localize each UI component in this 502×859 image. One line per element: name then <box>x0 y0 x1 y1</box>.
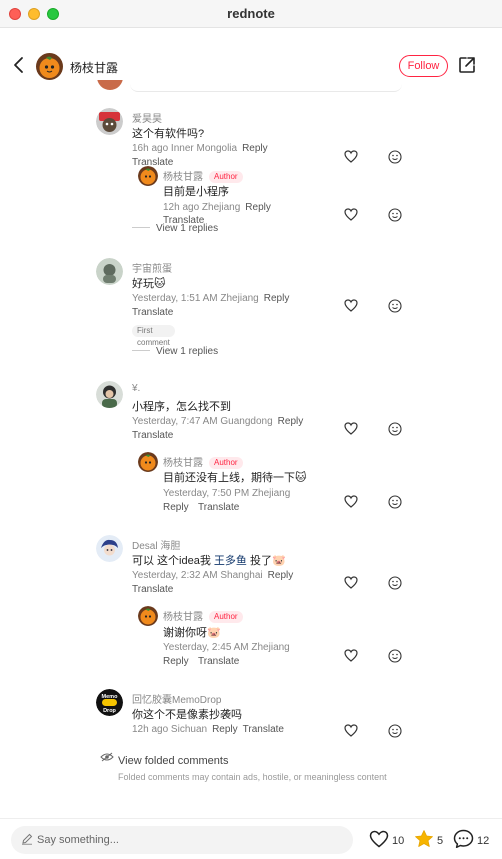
reply-text: 谢谢你呀🐷 <box>163 627 221 639</box>
reply-username-text[interactable]: 杨枝甘露 <box>163 458 203 469</box>
smile-icon[interactable] <box>388 208 402 222</box>
chat-icon[interactable] <box>453 829 474 849</box>
avatar-logo-text-2: Drop <box>103 708 116 714</box>
comment-meta: Yesterday, 2:32 AM Shanghai Reply <box>132 570 294 581</box>
author-name[interactable]: 杨枝甘露 <box>70 59 118 76</box>
smile-icon[interactable] <box>388 724 402 738</box>
heart-icon[interactable] <box>344 208 358 221</box>
user-avatar[interactable] <box>96 535 123 562</box>
comment-username[interactable]: ¥. <box>132 383 140 394</box>
heart-icon[interactable] <box>344 422 358 435</box>
reply-button[interactable]: Reply <box>245 202 271 213</box>
smile-icon[interactable] <box>388 649 402 663</box>
like-count: 10 <box>392 835 405 847</box>
comment-meta: Yesterday, 7:47 AM Guangdong Reply <box>132 416 304 427</box>
heart-icon[interactable] <box>344 495 358 508</box>
author-badge: Author <box>209 171 243 183</box>
window-title: rednote <box>227 6 275 21</box>
comment-input-placeholder: Say something... <box>37 834 119 846</box>
translate-button[interactable]: Translate <box>132 584 173 595</box>
view-folded-comments-button[interactable]: View folded comments <box>118 755 228 767</box>
reply-meta: Yesterday, 7:50 PM Zhejiang <box>163 488 291 499</box>
comment-text: 这个有软件吗? <box>132 128 205 140</box>
reply-username: 杨枝甘露 Author <box>163 168 243 183</box>
heart-icon[interactable] <box>344 649 358 662</box>
translate-button[interactable]: Translate <box>132 307 173 318</box>
reply-username: 杨枝甘露 Author <box>163 454 243 469</box>
mention-link[interactable]: 王多鱼 <box>214 555 247 567</box>
comment-text: 可以 这个idea我 王多鱼 投了🐷 <box>132 555 286 567</box>
chevron-left-icon[interactable] <box>11 56 27 74</box>
view-replies-button[interactable]: View 1 replies <box>132 346 218 357</box>
eye-icon <box>100 752 114 762</box>
comment-username[interactable]: Desal 海胆 <box>132 537 180 552</box>
reply-button[interactable]: Reply <box>212 724 238 735</box>
smile-icon[interactable] <box>388 495 402 509</box>
comment-input[interactable]: Say something... <box>11 826 353 854</box>
comment-meta: Yesterday, 1:51 AM Zhejiang Reply <box>132 293 290 304</box>
reply-username: 杨枝甘露 Author <box>163 608 243 623</box>
author-avatar[interactable] <box>138 166 158 186</box>
comment-username[interactable]: 爱昊昊 <box>132 110 162 125</box>
heart-icon[interactable] <box>344 299 358 312</box>
reply-meta: Yesterday, 2:45 AM Zhejiang <box>163 642 290 653</box>
smile-icon[interactable] <box>388 150 402 164</box>
smile-icon[interactable] <box>388 576 402 590</box>
author-badge: Author <box>209 457 243 469</box>
user-avatar[interactable] <box>96 258 123 285</box>
star-icon[interactable] <box>414 829 434 849</box>
heart-icon[interactable] <box>344 724 358 737</box>
star-count: 5 <box>437 835 444 847</box>
comment-text: 好玩🐱 <box>132 278 166 290</box>
folded-comments-description: Folded comments may contain ads, hostile… <box>118 772 387 782</box>
comment-text: 小程序，怎么找不到 <box>132 401 231 413</box>
first-comment-tag: First comment <box>132 325 175 347</box>
reply-button[interactable]: Reply <box>268 570 294 581</box>
view-replies-button[interactable]: View 1 replies <box>132 223 218 234</box>
heart-icon[interactable] <box>344 150 358 163</box>
comment-text: 你这个不是像素抄袭吗 <box>132 709 242 721</box>
reply-button[interactable]: Reply <box>163 502 189 513</box>
comment-count: 12 <box>477 835 490 847</box>
avatar-logo-text: Memo <box>102 694 119 700</box>
reply-text: 目前还没有上线，期待一下🐱 <box>163 472 307 484</box>
comment-username[interactable]: 宇宙煎蛋 <box>132 260 172 275</box>
heart-icon[interactable] <box>369 830 389 848</box>
user-avatar[interactable] <box>96 381 123 408</box>
comment-meta: 16h ago Inner Mongolia Reply <box>132 143 268 154</box>
follow-button[interactable]: Follow <box>399 55 448 77</box>
title-bar: rednote <box>0 0 502 28</box>
smile-icon[interactable] <box>388 422 402 436</box>
author-avatar[interactable] <box>36 53 63 80</box>
reply-button[interactable]: Reply <box>242 143 268 154</box>
previous-comment-edge <box>130 84 402 92</box>
reply-button[interactable]: Reply <box>264 293 290 304</box>
author-avatar[interactable] <box>138 452 158 472</box>
reply-meta: 12h ago Zhejiang Reply <box>163 202 271 213</box>
comment-meta: 12h ago Sichuan Reply Translate <box>132 724 284 735</box>
translate-button[interactable]: Translate <box>132 430 173 441</box>
heart-icon[interactable] <box>344 576 358 589</box>
translate-button[interactable]: Translate <box>198 656 239 667</box>
user-avatar[interactable] <box>96 108 123 135</box>
translate-button[interactable]: Translate <box>198 502 239 513</box>
reply-button[interactable]: Reply <box>163 656 189 667</box>
author-badge: Author <box>209 611 243 623</box>
app-window: rednote 杨枝甘露 Follow 爱昊昊 这个有软件吗? 16h ago … <box>0 0 502 859</box>
translate-button[interactable]: Translate <box>243 724 284 735</box>
comment-username[interactable]: 回忆胶囊MemoDrop <box>132 691 221 706</box>
reply-text: 目前是小程序 <box>163 186 229 198</box>
reply-username-text[interactable]: 杨枝甘露 <box>163 612 203 623</box>
share-icon[interactable] <box>458 56 476 74</box>
post-header: 杨枝甘露 Follow <box>0 44 502 88</box>
reply-username-text[interactable]: 杨枝甘露 <box>163 172 203 183</box>
previous-avatar-edge <box>97 80 123 90</box>
bottom-bar: Say something... 10 5 12 <box>0 818 502 859</box>
pencil-icon <box>22 833 33 845</box>
reply-button[interactable]: Reply <box>278 416 304 427</box>
user-avatar[interactable]: Memo Drop <box>96 689 123 716</box>
smile-icon[interactable] <box>388 299 402 313</box>
author-avatar[interactable] <box>138 606 158 626</box>
